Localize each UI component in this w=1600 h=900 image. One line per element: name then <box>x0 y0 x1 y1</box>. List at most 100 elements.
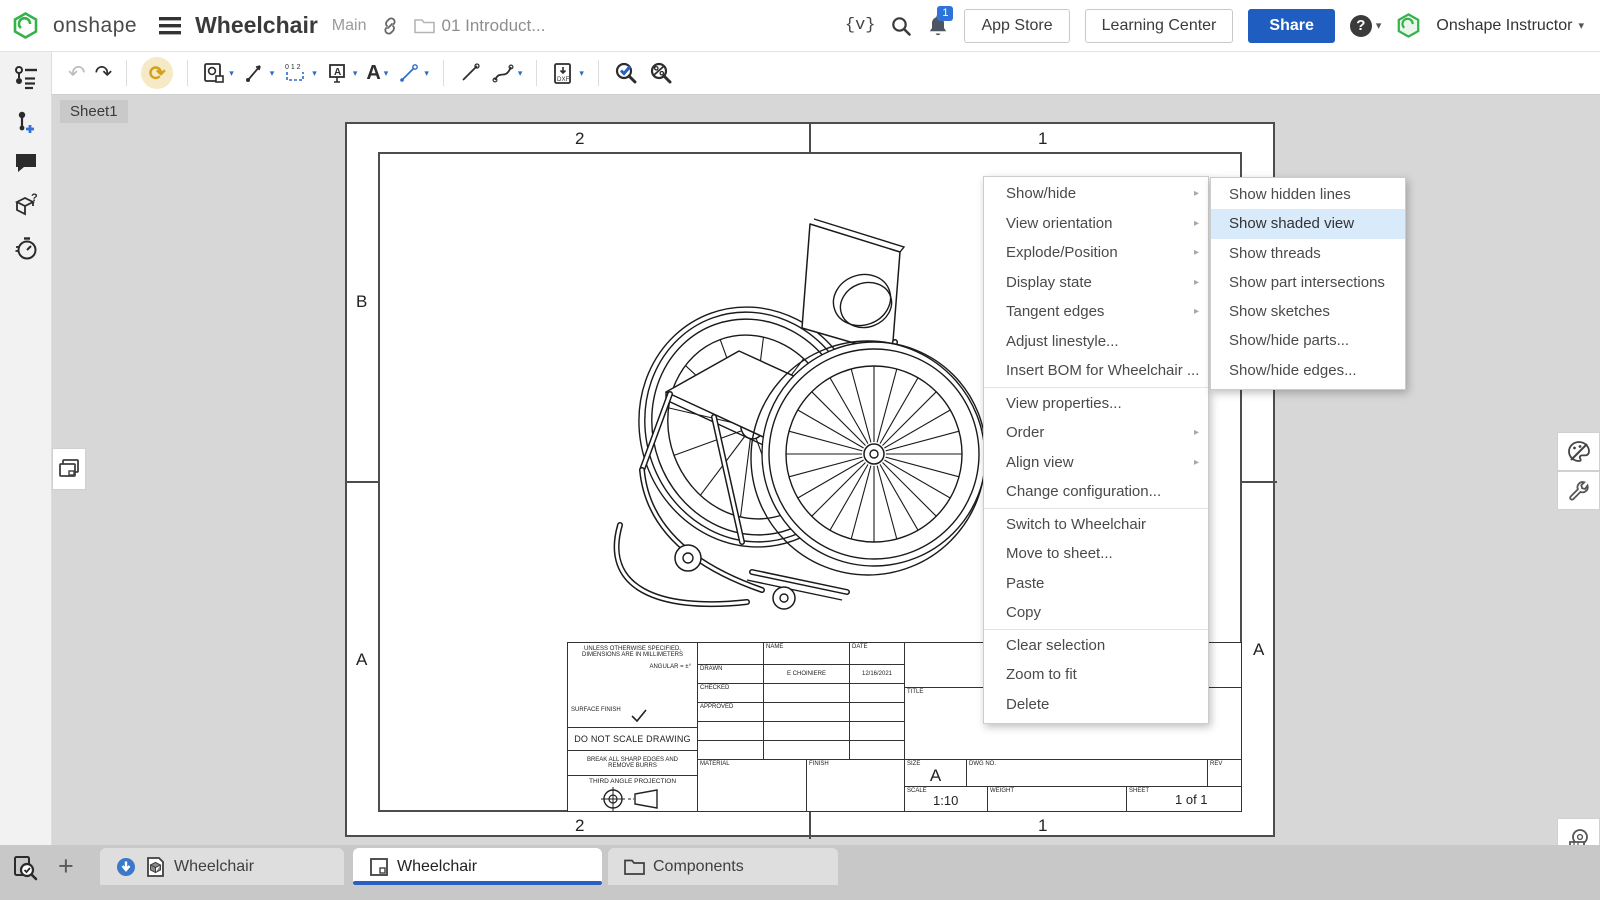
tab-components-folder[interactable]: Components <box>608 848 838 885</box>
svg-text:0 1 2: 0 1 2 <box>285 64 301 71</box>
redo-button[interactable]: ↷ <box>95 63 113 84</box>
sheet-label: SHEET <box>1129 788 1149 794</box>
menu-separator <box>984 508 1208 509</box>
menu-item-move-to-sheet[interactable]: Move to sheet... <box>984 539 1208 569</box>
submenu-arrow-icon: ▸ <box>1194 268 1199 298</box>
chevron-down-icon: ▾ <box>1578 19 1584 32</box>
toolbar-separator <box>536 60 537 86</box>
menu-item-tangent-edges[interactable]: Tangent edges▸ <box>984 297 1208 327</box>
tab-label: Components <box>653 858 744 876</box>
link-icon[interactable] <box>380 16 400 36</box>
menu-item-copy[interactable]: Copy <box>984 598 1208 628</box>
dropdown-caret-icon: ▾ <box>229 68 234 79</box>
find-tab-button[interactable] <box>12 855 38 881</box>
surface-finish-symbol <box>630 709 650 723</box>
show-hide-submenu: Show hidden lines Show shaded view Show … <box>1210 177 1406 390</box>
sheet-value: 1 of 1 <box>1175 792 1208 807</box>
user-menu[interactable]: Onshape Instructor ▾ <box>1436 17 1584 35</box>
do-not-scale-note: DO NOT SCALE DRAWING <box>567 727 698 751</box>
notifications-button[interactable]: 1 <box>927 14 949 37</box>
update-views-button[interactable]: ⟳ <box>141 57 173 89</box>
submenu-item-show-hidden-lines[interactable]: Show hidden lines <box>1211 180 1405 209</box>
rev-label: REV <box>1210 761 1222 767</box>
spline-tool-button[interactable]: ▾ <box>491 61 523 85</box>
menu-item-show-hide[interactable]: Show/hide▸ <box>984 179 1208 209</box>
undo-button[interactable]: ↶ <box>68 63 86 84</box>
hamburger-menu-icon[interactable] <box>159 17 181 35</box>
variables-icon[interactable]: {v} <box>845 16 876 35</box>
menu-item-switch-to-wheelchair[interactable]: Switch to Wheelchair <box>984 510 1208 540</box>
submenu-item-show-part-intersections[interactable]: Show part intersections <box>1211 268 1405 297</box>
versions-button[interactable] <box>13 110 39 136</box>
menu-item-paste[interactable]: Paste <box>984 569 1208 599</box>
document-title[interactable]: Wheelchair <box>195 12 318 39</box>
submenu-item-show-hide-parts[interactable]: Show/hide parts... <box>1211 326 1405 355</box>
menu-item-view-properties[interactable]: View properties... <box>984 389 1208 419</box>
menu-item-display-state[interactable]: Display state▸ <box>984 268 1208 298</box>
menu-item-insert-bom[interactable]: Insert BOM for Wheelchair ... <box>984 356 1208 386</box>
drawing-toolbar: ↶ ↷ ⟳ ▾ ▾ 0 1 2 ▾ A ▾ A ▾ ▾ ▾ DXF ▾ <box>52 52 1600 95</box>
text-button[interactable]: A ▾ <box>366 62 388 85</box>
menu-item-adjust-linestyle[interactable]: Adjust linestyle... <box>984 327 1208 357</box>
onshape-logo-icon[interactable] <box>12 12 39 39</box>
share-button[interactable]: Share <box>1248 9 1334 43</box>
toolbar-separator <box>443 60 444 86</box>
menu-item-clear-selection[interactable]: Clear selection <box>984 631 1208 661</box>
wrench-icon <box>1567 479 1591 503</box>
tools-panel-button[interactable] <box>1557 471 1600 510</box>
submenu-item-show-hide-edges[interactable]: Show/hide edges... <box>1211 356 1405 385</box>
leader-button[interactable]: ▾ <box>397 61 429 85</box>
breadcrumb-label: 01 Introduct... <box>441 16 545 36</box>
submenu-arrow-icon: ▸ <box>1194 209 1199 239</box>
note-button[interactable]: A ▾ <box>326 61 358 85</box>
finish-label: FINISH <box>809 761 829 767</box>
menu-item-explode-position[interactable]: Explode/Position▸ <box>984 238 1208 268</box>
app-store-button[interactable]: App Store <box>964 9 1069 43</box>
export-dxf-button[interactable]: DXF ▾ <box>551 61 584 86</box>
surface-finish-label: SURFACE FINISH <box>571 707 621 713</box>
menu-item-zoom-to-fit[interactable]: Zoom to fit <box>984 660 1208 690</box>
title-label: TITLE <box>907 689 923 695</box>
clear-check-button[interactable] <box>648 60 674 86</box>
folder-icon <box>414 17 435 34</box>
drawing-icon <box>369 857 389 877</box>
left-sidebar: ? <box>0 52 52 845</box>
appearance-panel-button[interactable] <box>1557 432 1600 471</box>
menu-item-view-orientation[interactable]: View orientation▸ <box>984 209 1208 239</box>
learning-center-button[interactable]: Learning Center <box>1085 9 1234 43</box>
line-tool-button[interactable] <box>458 61 482 85</box>
menu-item-change-configuration[interactable]: Change configuration... <box>984 477 1208 507</box>
help-menu[interactable]: ? ▾ <box>1350 15 1382 37</box>
ordinate-dimension-button[interactable]: 0 1 2 ▾ <box>283 61 317 85</box>
add-tab-button[interactable]: + <box>58 853 74 880</box>
sheet-list-panel-button[interactable] <box>13 64 39 90</box>
menu-item-align-view[interactable]: Align view▸ <box>984 448 1208 478</box>
chevron-down-icon: ▾ <box>1376 19 1382 32</box>
assembly-icon <box>144 856 166 878</box>
dropdown-caret-icon: ▾ <box>384 68 389 79</box>
submenu-item-show-sketches[interactable]: Show sketches <box>1211 297 1405 326</box>
comments-button[interactable] <box>13 150 39 176</box>
svg-text:?: ? <box>31 192 38 204</box>
app-header: onshape Wheelchair Main 01 Introduct... … <box>0 0 1600 52</box>
parts-help-button[interactable]: ? <box>13 192 39 218</box>
menu-item-delete[interactable]: Delete <box>984 690 1208 720</box>
toolbar-separator <box>598 60 599 86</box>
search-icon[interactable] <box>890 15 912 37</box>
seat-back <box>802 219 904 354</box>
workspace-label[interactable]: Main <box>332 17 367 35</box>
sheets-panel-toggle[interactable] <box>52 448 86 490</box>
tab-wheelchair-assembly[interactable]: Wheelchair <box>100 848 344 885</box>
sheet-tab[interactable]: Sheet1 <box>60 100 128 123</box>
submenu-item-show-threads[interactable]: Show threads <box>1211 239 1405 268</box>
menu-item-order[interactable]: Order▸ <box>984 418 1208 448</box>
break-edges-note: BREAK ALL SHARP EDGES AND REMOVE BURRS <box>587 757 678 769</box>
breadcrumb[interactable]: 01 Introduct... <box>414 16 545 36</box>
insert-view-button[interactable]: ▾ <box>202 61 234 85</box>
dimension-button[interactable]: ▾ <box>243 61 275 85</box>
tolerance-note: UNLESS OTHERWISE SPECIFIED, DIMENSIONS A… <box>568 643 697 658</box>
tab-wheelchair-drawing[interactable]: Wheelchair <box>353 848 602 885</box>
history-button[interactable] <box>13 235 39 261</box>
submenu-item-show-shaded-view[interactable]: Show shaded view <box>1211 209 1405 238</box>
check-drawing-button[interactable] <box>613 60 639 86</box>
